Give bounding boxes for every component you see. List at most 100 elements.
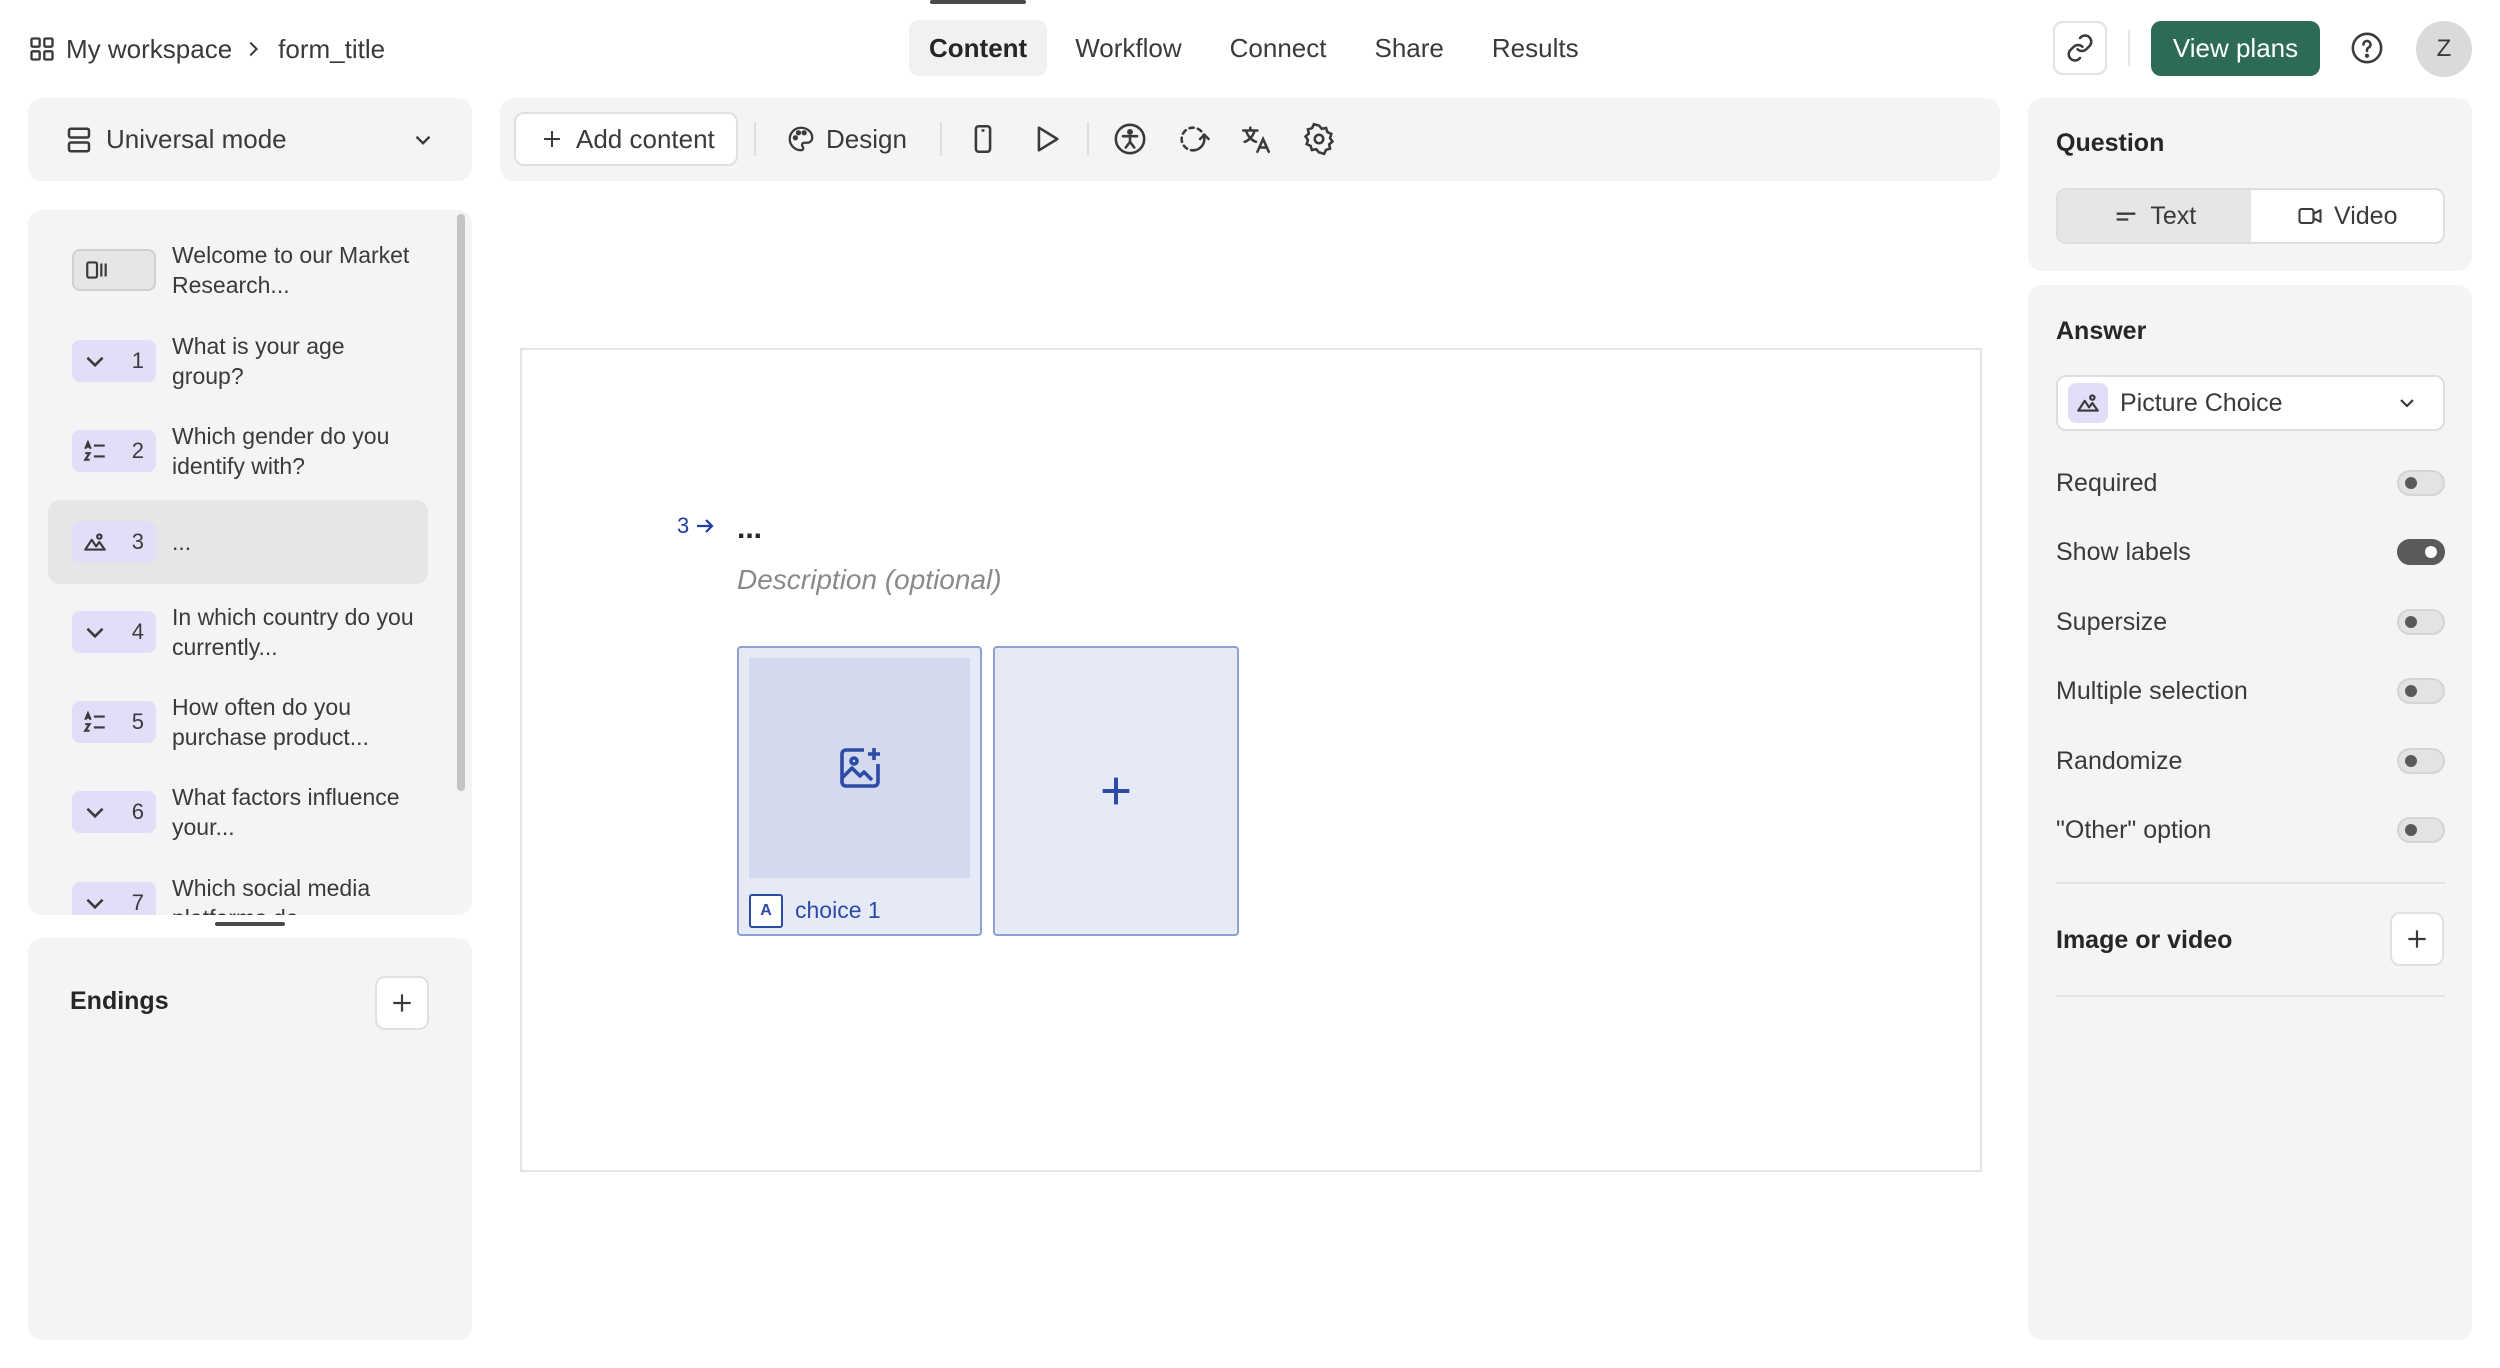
editor-toolbar: Add content Design (500, 98, 2000, 181)
text-option-label: Text (2150, 201, 2197, 230)
list-item[interactable]: 5 How often do you purchase product... (48, 680, 428, 764)
form-title[interactable]: form_title (278, 34, 385, 65)
answer-section-title: Answer (2056, 317, 2147, 345)
choice-key-badge: A (749, 894, 783, 928)
description-input[interactable]: Description (optional) (737, 564, 1002, 596)
question-type-badge: 7 (72, 882, 156, 915)
answer-type-select[interactable]: Picture Choice (2056, 375, 2445, 431)
question-title: What is your age group? (172, 333, 345, 389)
question-title: In which country do you currently... (172, 604, 414, 660)
welcome-screen-icon (86, 261, 107, 279)
ranking-icon (83, 439, 105, 461)
text-option[interactable]: Text (2058, 190, 2251, 242)
plus-icon (393, 994, 411, 1012)
link-icon (2067, 34, 2093, 62)
endings-label: Endings (70, 987, 169, 1015)
multiple-selection-option: Multiple selection (2056, 671, 2445, 711)
question-list-scrollbar[interactable] (457, 214, 465, 791)
translate-icon[interactable] (1239, 122, 1273, 156)
question-settings-panel: Question Text Video (2028, 98, 2472, 271)
randomize-toggle[interactable] (2397, 748, 2445, 774)
list-item[interactable]: 6 What factors influence your... (48, 770, 428, 854)
question-list: Welcome to our Market Research... 1 What… (28, 210, 472, 915)
tab-connect[interactable]: Connect (1210, 20, 1347, 76)
logic-icon[interactable] (1176, 122, 1210, 156)
main-tabs: Content Workflow Connect Share Results (909, 0, 1607, 76)
other-option: "Other" option (2056, 810, 2445, 850)
list-item[interactable]: 4 In which country do you currently... (48, 590, 428, 674)
accessibility-icon[interactable] (1113, 122, 1147, 156)
option-label: Multiple selection (2056, 676, 2248, 705)
ranking-icon (83, 710, 105, 732)
dropdown-icon (86, 807, 104, 819)
other-option-toggle[interactable] (2397, 817, 2445, 843)
mode-selector[interactable]: Universal mode (28, 98, 472, 181)
dropdown-icon (86, 898, 104, 910)
add-image-icon (839, 748, 880, 788)
question-section-title: Question (2056, 129, 2165, 157)
mode-label: Universal mode (106, 124, 287, 154)
view-plans-button[interactable]: View plans (2151, 21, 2320, 76)
resize-handle[interactable] (215, 922, 285, 926)
divider (1087, 122, 1089, 156)
endings-section: Endings (28, 938, 472, 1340)
tab-share[interactable]: Share (1354, 20, 1463, 76)
list-item[interactable]: 3 ... (48, 500, 428, 584)
add-media-button[interactable] (2390, 912, 2444, 966)
option-label: "Other" option (2056, 815, 2212, 844)
layout-icon (67, 127, 91, 152)
design-button[interactable]: Design (786, 112, 907, 166)
copy-link-button[interactable] (2053, 21, 2107, 75)
question-type-toggle: Text Video (2056, 188, 2445, 244)
question-title: Which gender do you identify with? (172, 423, 390, 479)
list-item[interactable]: 2 Which gender do you identify with? (48, 409, 428, 493)
question-number: 6 (131, 799, 144, 824)
tab-content[interactable]: Content (909, 0, 1048, 76)
required-option: Required (2056, 463, 2445, 503)
workspace-link[interactable]: My workspace (66, 34, 232, 65)
question-title: Welcome to our Market Research... (172, 242, 410, 298)
option-label: Required (2056, 468, 2158, 497)
question-index: 3 (677, 513, 717, 539)
grid-icon[interactable] (28, 35, 56, 63)
plus-icon (1102, 777, 1130, 805)
mobile-preview-icon[interactable] (966, 122, 1000, 156)
option-label: Supersize (2056, 607, 2168, 636)
video-option-label: Video (2334, 201, 2398, 230)
show-labels-toggle[interactable] (2397, 539, 2445, 565)
tab-workflow[interactable]: Workflow (1055, 20, 1201, 76)
answer-type-label: Picture Choice (2120, 388, 2283, 417)
question-type-badge: 5 (72, 701, 156, 743)
top-bar: My workspace form_title Content Workflow… (0, 0, 2500, 98)
breadcrumb: My workspace form_title (28, 30, 385, 68)
avatar[interactable]: Z (2416, 21, 2472, 77)
help-icon[interactable] (2350, 31, 2384, 65)
picture-choice-card[interactable]: A choice 1 (737, 646, 982, 936)
chevron-down-icon (2400, 399, 2414, 408)
show-labels-option: Show labels (2056, 532, 2445, 572)
add-ending-button[interactable] (375, 976, 429, 1030)
video-icon (2298, 207, 2322, 225)
question-title-input[interactable]: ... (737, 512, 762, 546)
settings-icon[interactable] (1302, 122, 1336, 156)
video-option[interactable]: Video (2251, 190, 2444, 242)
tab-results[interactable]: Results (1472, 20, 1599, 76)
question-title: ... (172, 529, 192, 555)
required-toggle[interactable] (2397, 470, 2445, 496)
dropdown-icon (86, 356, 104, 368)
supersize-toggle[interactable] (2397, 609, 2445, 635)
chevron-right-icon (249, 41, 259, 57)
list-item[interactable]: Welcome to our Market Research... (48, 228, 428, 312)
randomize-option: Randomize (2056, 741, 2445, 781)
add-content-button[interactable]: Add content (514, 112, 738, 166)
question-type-badge: 1 (72, 340, 156, 382)
multiple-selection-toggle[interactable] (2397, 678, 2445, 704)
design-label: Design (826, 123, 907, 154)
image-placeholder[interactable] (749, 658, 970, 878)
add-choice-button[interactable] (993, 646, 1239, 936)
choice-label[interactable]: choice 1 (795, 897, 881, 924)
list-item[interactable]: 7 Which social media platforms do... (48, 861, 428, 915)
list-item[interactable]: 1 What is your age group? (48, 319, 428, 403)
play-preview-icon[interactable] (1029, 122, 1063, 156)
question-title: How often do you purchase product... (172, 694, 369, 750)
